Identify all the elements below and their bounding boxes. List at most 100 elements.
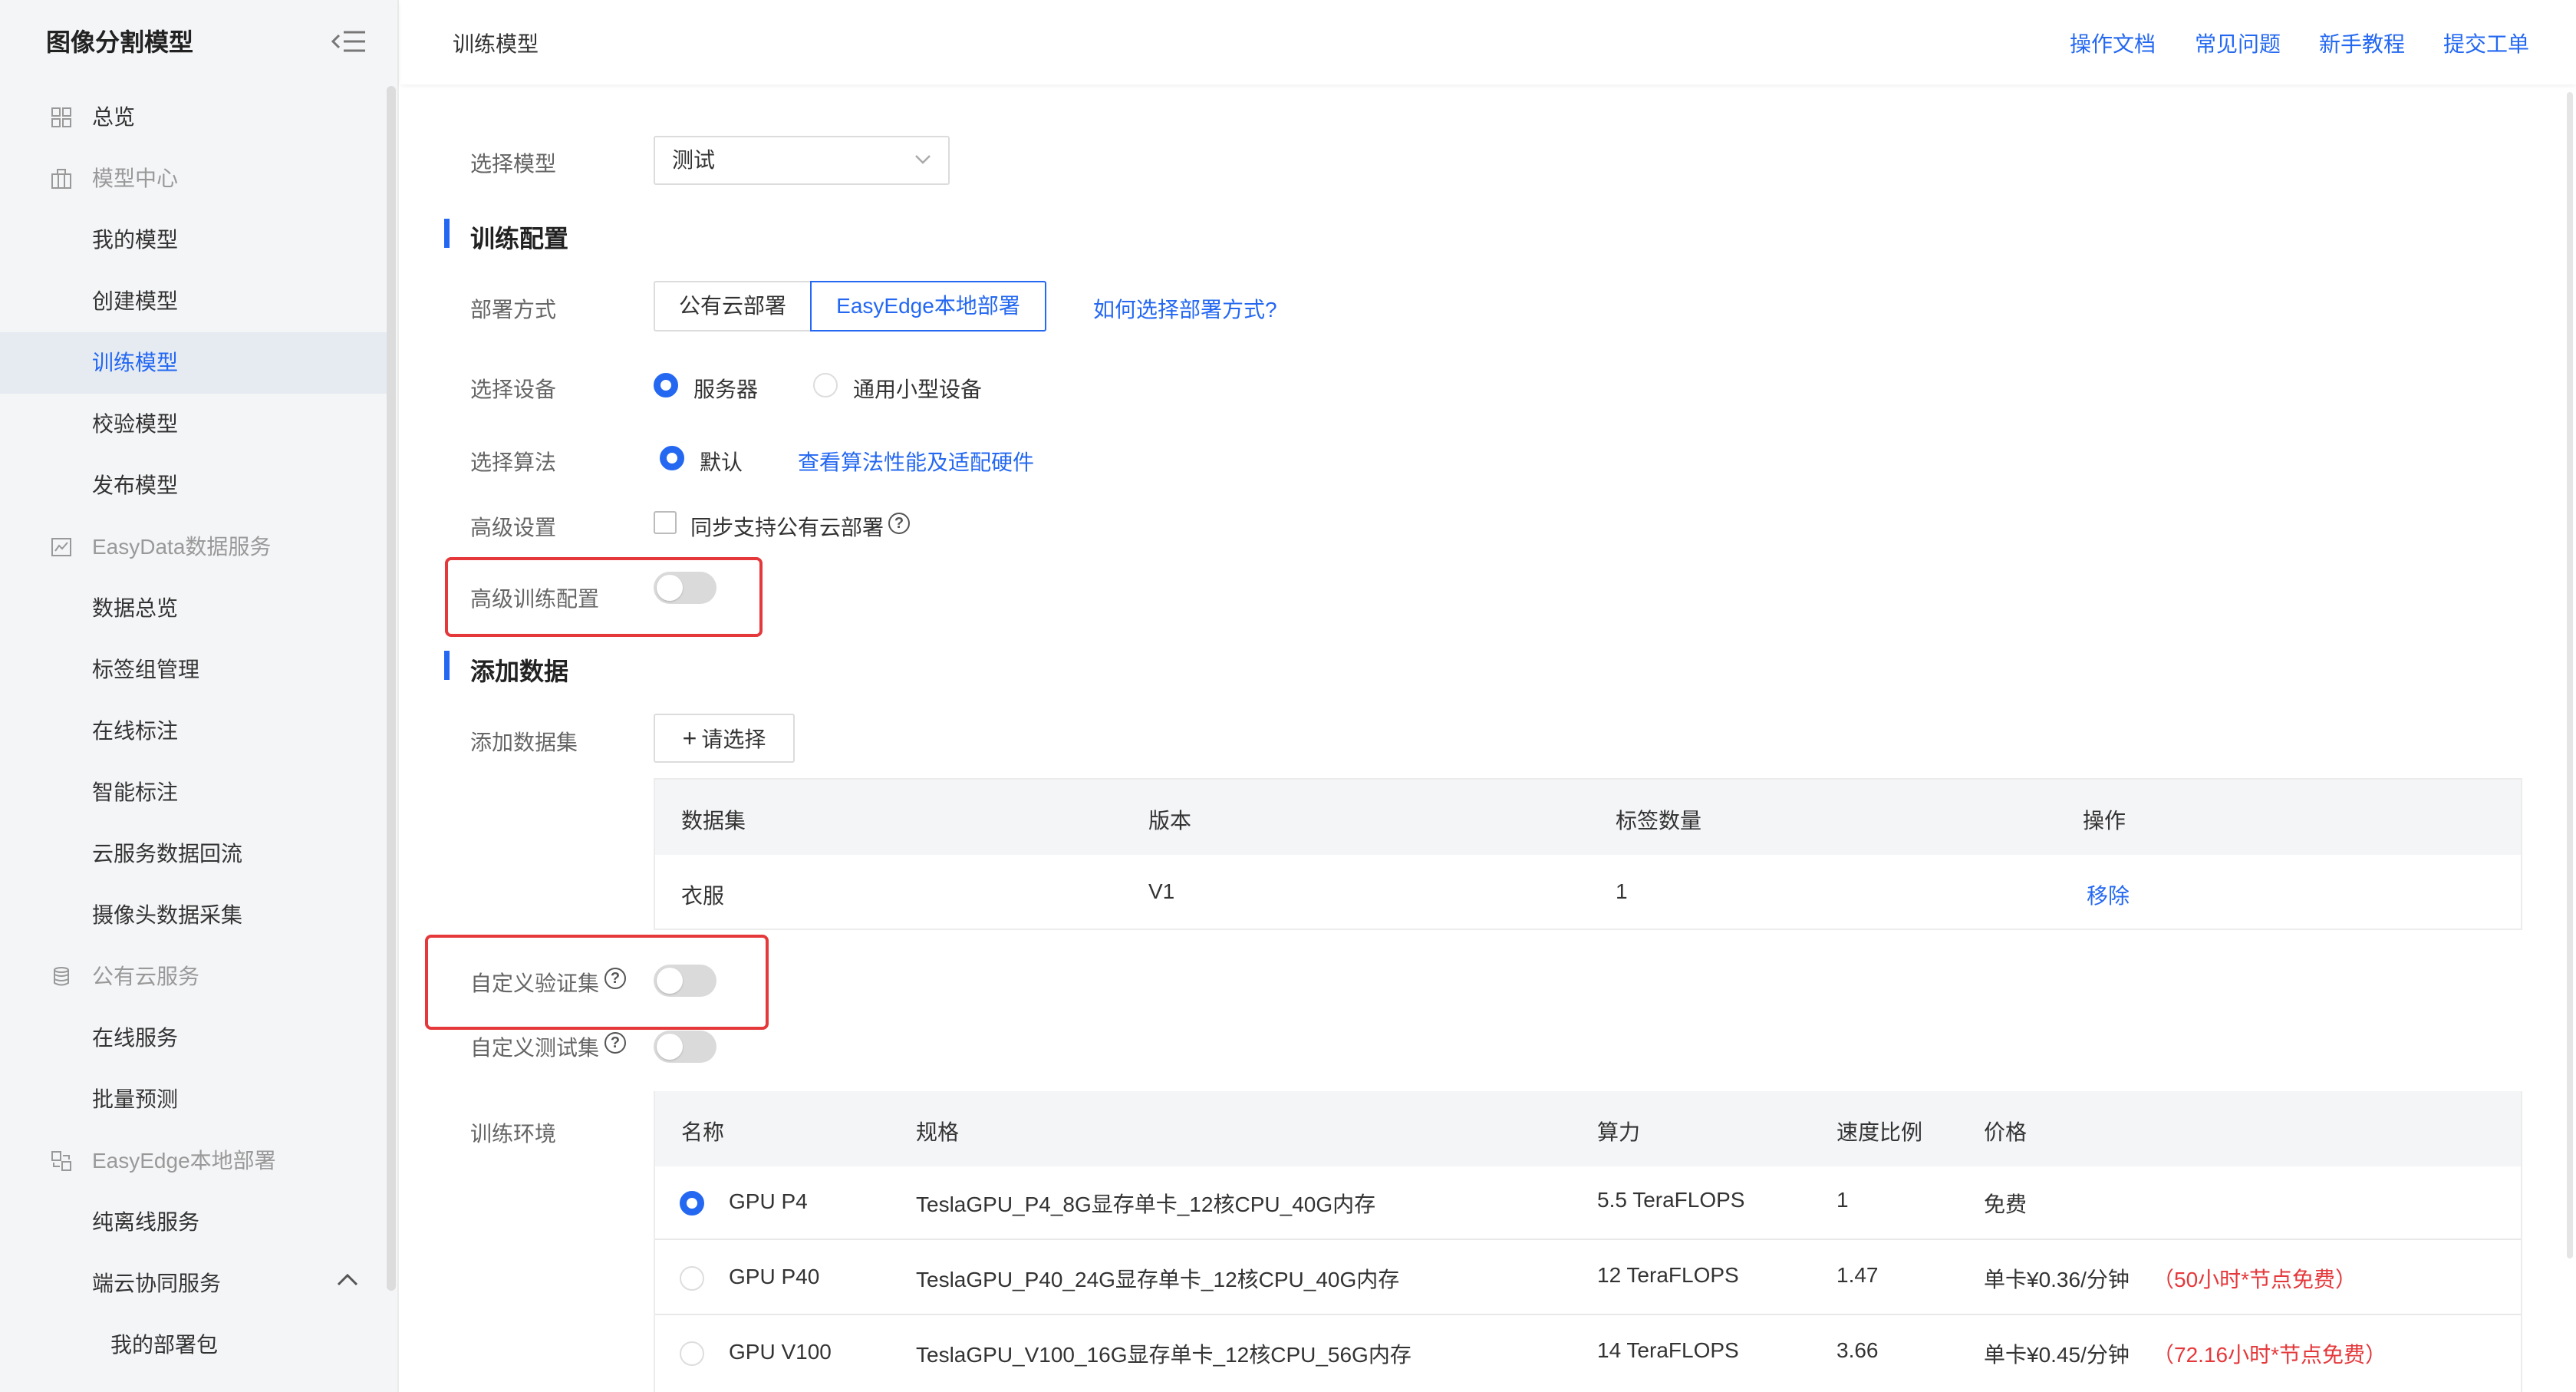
- env-power-cell: 12 TeraFLOPS: [1597, 1263, 1739, 1287]
- sidebar-item-publish-model[interactable]: 发布模型: [0, 455, 390, 516]
- sidebar-item-cloud-data-reflow[interactable]: 云服务数据回流: [0, 823, 390, 885]
- env-radio-gpu-p4[interactable]: [680, 1191, 704, 1216]
- radio-default-algo[interactable]: [660, 446, 684, 470]
- docs-link[interactable]: 操作文档: [2070, 28, 2156, 58]
- deploy-option-easyedge[interactable]: EasyEdge本地部署: [810, 281, 1046, 332]
- env-speed-cell: 1: [1836, 1188, 1849, 1212]
- advanced-train-label: 高级训练配置: [470, 587, 600, 611]
- sidebar-item-label: 标签组管理: [92, 658, 200, 681]
- free-hours-note: （72.16小时*节点免费）: [2153, 1343, 2387, 1367]
- sidebar-item-validate-model[interactable]: 校验模型: [0, 394, 390, 455]
- custom-val-toggle[interactable]: [654, 965, 716, 997]
- model-select-value: 测试: [672, 148, 716, 172]
- sidebar-item-label: 我的部署包: [110, 1333, 219, 1357]
- help-icon[interactable]: ?: [888, 513, 910, 534]
- column-header: 价格: [1984, 1120, 2028, 1144]
- advanced-train-toggle[interactable]: [654, 572, 716, 604]
- sidebar-group-easydata[interactable]: EasyData数据服务: [0, 516, 390, 578]
- collapse-sidebar-icon[interactable]: [331, 29, 367, 54]
- deploy-help-link[interactable]: 如何选择部署方式?: [1093, 293, 1277, 324]
- breadcrumb: 训练模型: [453, 32, 539, 56]
- add-data-title: 添加数据: [470, 658, 569, 685]
- sidebar-item-label: 云服务数据回流: [92, 842, 243, 866]
- radio-small-device[interactable]: [813, 373, 838, 397]
- column-header: 数据集: [681, 809, 746, 833]
- radio-server[interactable]: [654, 373, 678, 397]
- help-icon[interactable]: ?: [604, 1032, 626, 1054]
- sidebar-item-data-overview[interactable]: 数据总览: [0, 578, 390, 639]
- sidebar-item-label-groups[interactable]: 标签组管理: [0, 639, 390, 701]
- remove-dataset-link[interactable]: 移除: [2087, 879, 2130, 910]
- chart-icon: [51, 538, 71, 556]
- env-label: 训练环境: [470, 1122, 557, 1146]
- sidebar-item-label: 摄像头数据采集: [92, 903, 243, 927]
- sidebar-item-create-model[interactable]: 创建模型: [0, 271, 390, 332]
- radio-server-label: 服务器: [693, 378, 759, 401]
- sidebar-scrollbar[interactable]: [387, 86, 396, 1291]
- radio-default-algo-label: 默认: [700, 450, 743, 474]
- env-speed-cell: 3.66: [1836, 1338, 1879, 1362]
- add-dataset-label: 添加数据集: [470, 731, 578, 754]
- tutorial-link[interactable]: 新手教程: [2319, 28, 2405, 58]
- sidebar-item-online-service[interactable]: 在线服务: [0, 1008, 390, 1069]
- submit-ticket-link[interactable]: 提交工单: [2443, 28, 2529, 58]
- env-name-cell: GPU P4: [729, 1189, 808, 1213]
- main-scrollbar[interactable]: [2567, 92, 2573, 1258]
- radio-small-device-label: 通用小型设备: [853, 378, 983, 401]
- env-speed-cell: 1.47: [1836, 1263, 1879, 1287]
- sidebar: 图像分割模型 总览 模型中心 我的模型 创建模型 训练模型 校验模型 发布模型 …: [0, 0, 399, 1392]
- column-header: 规格: [916, 1120, 960, 1144]
- plus-icon: +: [682, 724, 697, 752]
- sidebar-group-model-center[interactable]: 模型中心: [0, 148, 390, 209]
- column-header: 操作: [2083, 809, 2126, 833]
- algo-performance-link[interactable]: 查看算法性能及适配硬件: [798, 446, 1034, 477]
- sidebar-group-easyedge[interactable]: EasyEdge本地部署: [0, 1130, 390, 1192]
- select-dataset-button[interactable]: + 请选择: [654, 714, 795, 763]
- sidebar-item-batch-predict[interactable]: 批量预测: [0, 1069, 390, 1130]
- row-divider: [655, 1239, 2521, 1240]
- env-radio-gpu-v100[interactable]: [680, 1341, 704, 1366]
- dataset-name-cell: 衣服: [681, 884, 725, 908]
- env-spec-cell: TeslaGPU_V100_16G显存单卡_12核CPU_56G内存: [916, 1343, 1412, 1367]
- env-name-cell: GPU V100: [729, 1340, 832, 1364]
- app-title: 图像分割模型: [46, 28, 194, 56]
- sidebar-group-public-cloud[interactable]: 公有云服务: [0, 946, 390, 1008]
- custom-test-label: 自定义测试集: [470, 1036, 600, 1060]
- deploy-option-public-cloud[interactable]: 公有云部署: [654, 281, 812, 332]
- row-divider: [655, 1314, 2521, 1315]
- env-price-cell: 单卡¥0.45/分钟: [1984, 1343, 2130, 1367]
- sidebar-item-offline-service[interactable]: 纯离线服务: [0, 1192, 390, 1253]
- sidebar-item-overview[interactable]: 总览: [0, 87, 390, 148]
- sidebar-item-label: 校验模型: [92, 412, 179, 436]
- section-marker: [444, 651, 450, 680]
- env-spec-cell: TeslaGPU_P4_8G显存单卡_12核CPU_40G内存: [916, 1192, 1376, 1216]
- sidebar-item-smart-annotation[interactable]: 智能标注: [0, 762, 390, 823]
- sidebar-item-train-model[interactable]: 训练模型: [0, 332, 390, 394]
- faq-link[interactable]: 常见问题: [2195, 28, 2281, 58]
- sidebar-group-label: EasyData数据服务: [92, 535, 272, 559]
- chevron-up-icon[interactable]: [336, 1272, 359, 1288]
- help-icon[interactable]: ?: [604, 968, 626, 989]
- sync-public-cloud-checkbox[interactable]: [654, 511, 677, 534]
- env-spec-cell: TeslaGPU_P40_24G显存单卡_12核CPU_40G内存: [916, 1268, 1400, 1291]
- custom-test-toggle[interactable]: [654, 1031, 716, 1063]
- sidebar-item-camera-collection[interactable]: 摄像头数据采集: [0, 885, 390, 946]
- sidebar-item-label: 在线服务: [92, 1026, 179, 1050]
- sidebar-item-my-models[interactable]: 我的模型: [0, 209, 390, 271]
- sidebar-item-label: 训练模型: [92, 351, 179, 374]
- device-label: 选择设备: [470, 378, 557, 401]
- sidebar-item-online-annotation[interactable]: 在线标注: [0, 701, 390, 762]
- sidebar-item-my-packages[interactable]: 我的部署包: [0, 1314, 390, 1376]
- sync-public-cloud-label: 同步支持公有云部署: [690, 516, 884, 539]
- top-header: 训练模型 操作文档 常见问题 新手教程 提交工单: [400, 0, 2576, 84]
- select-dataset-button-label: 请选择: [701, 727, 766, 751]
- model-select[interactable]: 测试: [654, 136, 950, 185]
- sidebar-item-edge-cloud-service[interactable]: 端云协同服务: [0, 1253, 390, 1314]
- column-header: 标签数量: [1616, 809, 1702, 833]
- env-radio-gpu-p40[interactable]: [680, 1266, 704, 1291]
- column-header: 名称: [681, 1120, 725, 1144]
- sidebar-item-label: 数据总览: [92, 596, 179, 620]
- sidebar-item-label: 总览: [92, 105, 136, 129]
- sidebar-item-label: 我的模型: [92, 228, 179, 252]
- sidebar-group-label: EasyEdge本地部署: [92, 1149, 276, 1173]
